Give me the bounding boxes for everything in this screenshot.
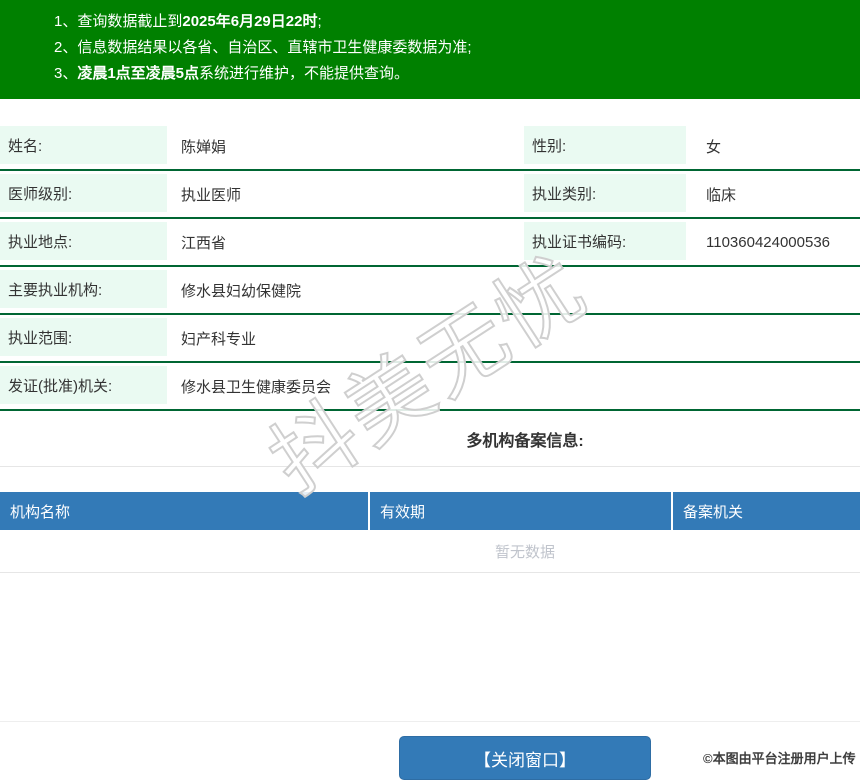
notice-number: 1、: [54, 13, 78, 30]
field-label-practice-scope: 执业范围:: [0, 318, 167, 356]
physician-info-table: 姓名: 陈婵娟 性别: 女 医师级别: 执业医师 执业类别: 临床 执业地点: …: [0, 123, 860, 411]
notice-text: 查询数据截止到: [77, 13, 183, 30]
upload-credit-watermark: ©本图由平台注册用户上传: [703, 751, 856, 766]
field-label-practice-location: 执业地点:: [0, 222, 167, 260]
field-label-issuing-authority: 发证(批准)机关:: [0, 366, 167, 404]
multi-org-table-header: 机构名称 有效期 备案机关: [0, 492, 860, 530]
page: 1、查询数据截止到2025年6月29日22时; 2、信息数据结果以各省、自治区、…: [0, 0, 860, 780]
notice-text-bold: 凌晨1点至凌晨5点: [77, 65, 200, 82]
empty-data-placeholder: 暂无数据: [0, 530, 860, 573]
multi-org-section-title: 多机构备案信息:: [466, 432, 584, 450]
notice-line-2: 2、信息数据结果以各省、自治区、直辖市卫生健康委数据为准;: [54, 35, 860, 61]
field-value-name: 陈婵娟: [181, 138, 227, 156]
multi-org-section-header: 多机构备案信息:: [0, 411, 860, 467]
field-value-certificate-number: 110360424000536: [706, 233, 831, 251]
field-value-issuing-authority: 修水县卫生健康委员会: [181, 378, 332, 396]
field-value-practice-category: 临床: [706, 186, 737, 204]
field-label-practice-category: 执业类别:: [524, 174, 686, 212]
column-header-filing-authority: 备案机关: [683, 503, 744, 521]
multi-org-table: 机构名称 有效期 备案机关 暂无数据: [0, 492, 860, 573]
notice-line-1: 1、查询数据截止到2025年6月29日22时;: [54, 9, 860, 35]
notice-text: 信息数据结果以各省、自治区、直辖市卫生健康委数据为准;: [77, 39, 472, 56]
table-row: 执业范围: 妇产科专业: [0, 315, 860, 363]
notice-number: 2、: [54, 39, 78, 56]
notice-line-3: 3、凌晨1点至凌晨5点系统进行维护，不能提供查询。: [54, 61, 860, 87]
column-header-validity-period: 有效期: [370, 492, 673, 530]
table-row: 姓名: 陈婵娟 性别: 女: [0, 123, 860, 171]
close-window-button[interactable]: 【关闭窗口】: [399, 736, 651, 780]
field-value-main-institution: 修水县妇幼保健院: [181, 282, 302, 300]
column-header-institution-name: 机构名称: [0, 492, 370, 530]
field-value-gender: 女: [706, 138, 722, 156]
field-label-certificate-number: 执业证书编码:: [524, 222, 686, 260]
field-label-name: 姓名:: [0, 126, 167, 164]
field-value-practice-location: 江西省: [181, 234, 227, 252]
notice-text: ;: [317, 13, 322, 30]
table-row: 医师级别: 执业医师 执业类别: 临床: [0, 171, 860, 219]
field-label-physician-level: 医师级别:: [0, 174, 167, 212]
footer-divider: [0, 573, 860, 722]
field-value-physician-level: 执业医师: [181, 186, 242, 204]
field-label-gender: 性别:: [524, 126, 686, 164]
notice-number: 3、: [54, 65, 78, 82]
table-row: 执业地点: 江西省 执业证书编码: 110360424000536: [0, 219, 860, 267]
field-value-practice-scope: 妇产科专业: [181, 330, 257, 348]
notice-banner: 1、查询数据截止到2025年6月29日22时; 2、信息数据结果以各省、自治区、…: [0, 0, 860, 99]
notice-text: 系统进行维护，不能提供查询。: [199, 65, 410, 82]
table-row: 发证(批准)机关: 修水县卫生健康委员会: [0, 363, 860, 411]
field-label-main-institution: 主要执业机构:: [0, 270, 167, 308]
notice-text-bold: 2025年6月29日22时: [182, 13, 318, 30]
table-row: 主要执业机构: 修水县妇幼保健院: [0, 267, 860, 315]
